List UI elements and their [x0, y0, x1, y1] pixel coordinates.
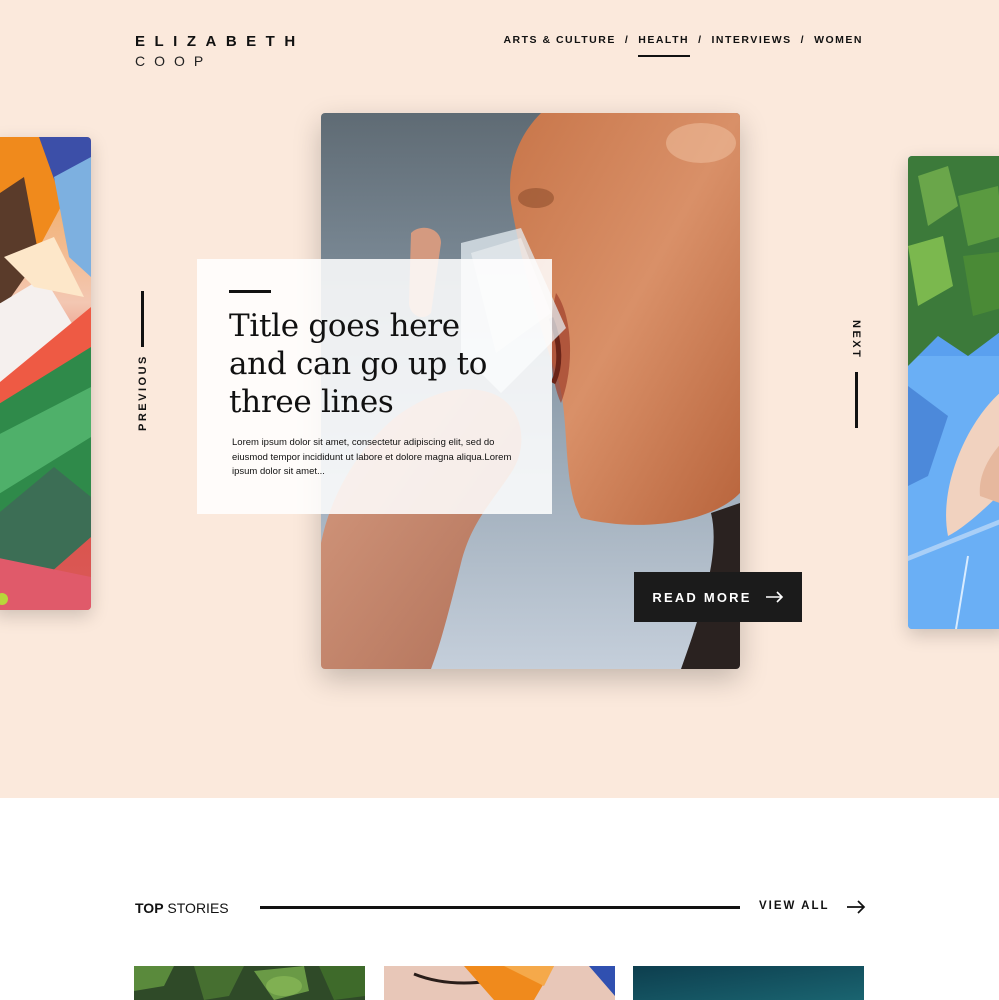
story-2-image	[384, 966, 615, 1000]
previous-label: PREVIOUS	[137, 354, 149, 431]
featured-title-line-2: and can go up to	[229, 346, 488, 382]
top-stories-heading: TOP STORIES	[135, 900, 229, 916]
logo-primary[interactable]: ELIZABETH	[135, 33, 305, 50]
story-card-2[interactable]	[384, 966, 615, 1000]
next-button[interactable]: NEXT	[838, 320, 874, 430]
nav-separator: /	[698, 34, 703, 46]
main-nav: ARTS & CULTURE / HEALTH / INTERVIEWS / W…	[503, 34, 863, 57]
view-all-link[interactable]: VIEW ALL	[759, 900, 830, 912]
previous-button[interactable]: PREVIOUS	[125, 291, 161, 436]
story-card-1[interactable]	[134, 966, 365, 1000]
read-more-button[interactable]: READ MORE	[634, 572, 802, 622]
leaves-photo	[908, 156, 999, 629]
story-card-3[interactable]	[633, 966, 864, 1000]
top-stories-heading-rest: STORIES	[163, 900, 229, 916]
featured-title-line-1: Title goes here	[229, 308, 460, 344]
arrow-right-icon[interactable]	[846, 900, 866, 914]
next-label: NEXT	[850, 320, 862, 360]
nav-item-interviews[interactable]: INTERVIEWS	[712, 34, 792, 46]
next-slide-image[interactable]	[908, 156, 999, 629]
nav-separator: /	[800, 34, 806, 46]
nav-item-women[interactable]: WOMEN	[814, 34, 863, 46]
story-3-image	[633, 966, 864, 1000]
nav-item-arts-culture[interactable]: ARTS & CULTURE	[503, 34, 615, 46]
read-more-label: READ MORE	[652, 589, 752, 605]
arrow-right-icon	[765, 591, 783, 603]
featured-title[interactable]: Title goes here and can go up to three l…	[229, 307, 529, 421]
featured-title-line-3: three lines	[229, 384, 394, 420]
nav-separator: /	[624, 34, 630, 46]
hero-section: ELIZABETH COOP ARTS & CULTURE / HEALTH /…	[0, 0, 999, 798]
previous-slide-image[interactable]	[0, 137, 91, 610]
title-accent-bar	[229, 290, 271, 293]
featured-excerpt: Lorem ipsum dolor sit amet, consectetur …	[232, 437, 512, 477]
logo-secondary[interactable]: COOP	[135, 53, 212, 69]
top-stories-heading-bold: TOP	[135, 900, 164, 916]
story-1-image	[134, 966, 365, 1000]
nav-item-health[interactable]: HEALTH	[638, 34, 690, 57]
next-indicator-line	[855, 372, 858, 428]
top-stories-divider	[260, 906, 740, 909]
previous-indicator-line	[141, 291, 144, 347]
flower-photo	[0, 137, 91, 610]
featured-title-card: Title goes here and can go up to three l…	[197, 259, 552, 514]
